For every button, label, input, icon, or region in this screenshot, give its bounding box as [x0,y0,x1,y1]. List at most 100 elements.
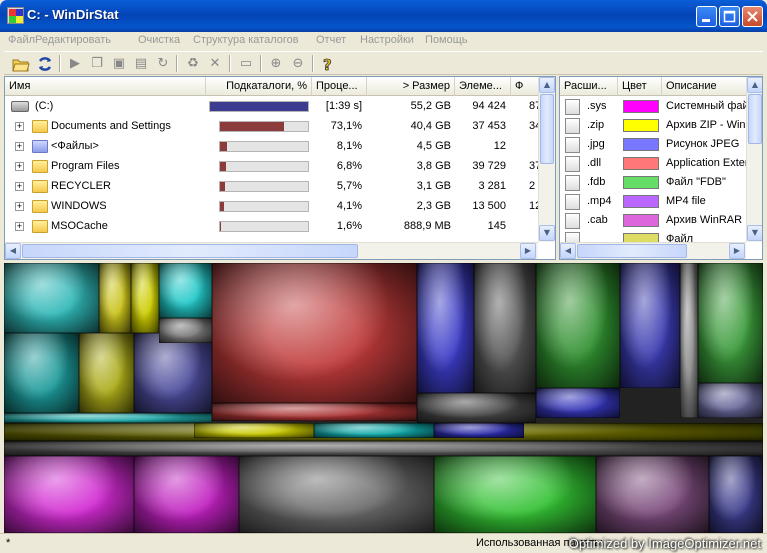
scroll-thumb[interactable] [22,244,358,258]
menu-options[interactable]: Настройки [360,34,414,46]
scroll-up-button[interactable]: ▲ [747,77,762,93]
treemap-block[interactable] [4,413,212,423]
extension-row[interactable]: .dll Application Exter [560,154,746,173]
treemap[interactable] [4,263,763,533]
menu-report[interactable]: Отчет [316,34,346,46]
treemap-block[interactable] [159,318,212,343]
col-color[interactable]: Цвет [618,77,662,96]
refresh-icon[interactable] [36,55,54,73]
col-percent[interactable]: Проце... [312,77,367,96]
tree-horizontal-scrollbar[interactable]: ◀ ▶ [5,242,538,259]
treemap-block[interactable] [134,333,212,413]
tree-row[interactable]: + RECYCLER 5,7% 3,1 GB 3 281 2 [5,177,538,197]
extension-list[interactable]: Расши... Цвет Описание .sys Системный фай… [559,76,763,260]
menu-help[interactable]: Помощь [425,34,468,46]
col-items[interactable]: Элеме... [455,77,511,96]
treemap-block[interactable] [536,388,620,418]
minimize-button[interactable] [696,6,717,27]
tree-row[interactable]: + MSOCache 1,6% 888,9 MB 145 [5,217,538,237]
treemap-block[interactable] [536,263,620,388]
command-prompt-icon[interactable]: ▤ [132,55,150,73]
col-size[interactable]: > Размер [367,77,455,96]
tree-row[interactable]: (C:) [1:39 s] 55,2 GB 94 424 87 [5,97,541,117]
menu-cleanup[interactable]: Очистка [138,34,180,46]
recycle-icon[interactable]: ♻ [184,55,202,73]
expand-button[interactable]: + [15,122,24,131]
menu-treemap[interactable]: Структура каталогов [193,34,299,46]
treemap-block[interactable] [709,456,763,533]
treemap-block[interactable] [4,333,79,413]
col-extension[interactable]: Расши... [560,77,618,96]
tree-row[interactable]: + Documents and Settings 73,1% 40,4 GB 37 45… [5,117,541,137]
treemap-block[interactable] [417,393,536,423]
treemap-block[interactable] [314,423,434,438]
directory-list[interactable]: Имя Подкаталоги, % Проце... > Размер Эле… [4,76,556,260]
open-icon[interactable] [12,55,30,73]
extension-row[interactable]: .fdb Файл "FDB" [560,173,746,192]
treemap-block[interactable] [434,456,596,533]
new-folder-icon[interactable]: ▭ [237,55,255,73]
menu-edit[interactable]: Редактировать [35,34,111,46]
col-name[interactable]: Имя [5,77,206,96]
zoom-in-icon[interactable]: ⊕ [267,55,285,73]
treemap-block[interactable] [4,441,763,456]
treemap-block[interactable] [596,456,709,533]
treemap-block[interactable] [99,263,131,333]
expand-button[interactable]: + [15,142,24,151]
scroll-left-button[interactable]: ◀ [5,243,21,259]
tree-row[interactable]: + <Файлы> 8,1% 4,5 GB 12 [5,137,538,157]
treemap-block[interactable] [212,403,417,421]
scroll-right-button[interactable]: ▶ [520,243,536,259]
scroll-down-button[interactable]: ▼ [539,225,555,241]
scroll-thumb[interactable] [540,94,554,164]
treemap-block[interactable] [79,333,134,413]
treemap-block[interactable] [134,456,239,533]
extension-row[interactable]: .cab Архив WinRAR [560,211,746,230]
ext-vertical-scrollbar[interactable]: ▲ ▼ [746,77,762,242]
delete-icon[interactable]: ✕ [206,55,224,73]
treemap-block[interactable] [4,263,99,333]
zoom-out-icon[interactable]: ⊖ [289,55,307,73]
scroll-thumb[interactable] [748,94,762,144]
treemap-block[interactable] [620,263,680,388]
treemap-block[interactable] [212,263,417,403]
explorer-icon[interactable]: ▣ [110,55,128,73]
col-subtree-percent[interactable]: Подкаталоги, % [206,77,312,96]
refresh-item-icon[interactable]: ↻ [154,55,172,73]
tree-vertical-scrollbar[interactable]: ▲ ▼ [538,77,555,242]
extension-row[interactable]: .sys Системный фай [560,97,746,116]
expand-button[interactable]: + [15,202,24,211]
treemap-block[interactable] [417,263,474,393]
tree-row[interactable]: + Program Files 6,8% 3,8 GB 39 729 37 [5,157,541,177]
treemap-block[interactable] [698,263,763,383]
maximize-button[interactable] [719,6,740,27]
scroll-up-button[interactable]: ▲ [539,77,555,93]
copy-icon[interactable]: ❐ [88,55,106,73]
menu-file[interactable]: Файл [8,34,35,46]
expand-button[interactable]: + [15,222,24,231]
treemap-block[interactable] [239,456,434,533]
expand-button[interactable]: + [15,162,24,171]
tree-row[interactable]: + WINDOWS 4,1% 2,3 GB 13 500 12 [5,197,541,217]
treemap-block[interactable] [131,263,159,333]
treemap-block[interactable] [434,423,524,438]
extension-row[interactable]: .mp4 MP4 file [560,192,746,211]
extension-row[interactable]: .jpg Рисунок JPEG [560,135,746,154]
expand-button[interactable]: + [15,182,24,191]
scroll-left-button[interactable]: ◀ [560,243,576,259]
scroll-thumb[interactable] [577,244,687,258]
treemap-block[interactable] [159,263,212,318]
close-button[interactable] [742,6,763,27]
ext-horizontal-scrollbar[interactable]: ◀ ▶ [560,242,746,259]
col-files[interactable]: Ф [511,77,540,96]
help-icon[interactable]: ? [319,55,337,75]
treemap-block[interactable] [474,263,536,393]
treemap-block[interactable] [4,456,134,533]
col-description[interactable]: Описание [662,77,747,96]
treemap-block[interactable] [698,383,763,418]
scroll-down-button[interactable]: ▼ [747,225,762,241]
scroll-right-button[interactable]: ▶ [729,243,745,259]
extension-row[interactable]: .zip Архив ZIP - Win [560,116,746,135]
play-icon[interactable]: ▶ [66,55,84,73]
treemap-block[interactable] [194,423,314,438]
